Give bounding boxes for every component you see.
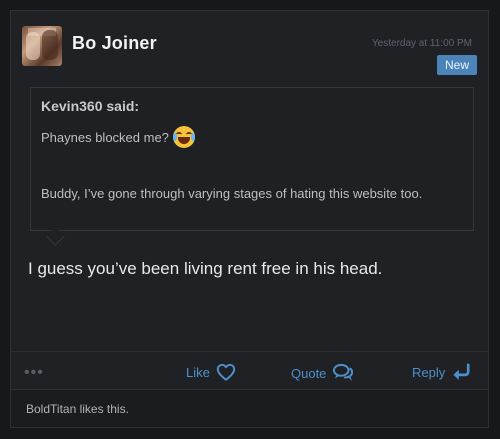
new-badge: New xyxy=(436,55,477,75)
quote-block: Kevin360 said: Phaynes blocked me? Buddy… xyxy=(30,87,474,231)
avatar-detail xyxy=(42,30,58,60)
post-message: I guess you’ve been living rent free in … xyxy=(28,259,383,278)
post-timestamp[interactable]: Yesterday at 11:00 PM xyxy=(372,38,472,49)
tears-of-joy-emoji-icon xyxy=(172,126,195,148)
quote-line: Phaynes blocked me? xyxy=(41,126,465,148)
quote-text-2: Buddy, I’ve gone through varying stages … xyxy=(41,186,423,201)
user-avatar[interactable] xyxy=(22,26,62,66)
reply-arrow-icon xyxy=(453,363,470,380)
quote-text-1: Phaynes blocked me? xyxy=(41,130,169,145)
likes-summary[interactable]: BoldTitan likes this. xyxy=(26,402,129,416)
avatar-detail xyxy=(26,32,40,60)
username[interactable]: Bo Joiner xyxy=(72,33,157,54)
like-label: Like xyxy=(186,364,210,380)
heart-outline-icon xyxy=(216,363,236,381)
like-button[interactable]: Like xyxy=(186,363,236,381)
quote-button[interactable]: Quote xyxy=(291,363,354,383)
post-card: Bo Joiner Yesterday at 11:00 PM New Kevi… xyxy=(10,10,489,428)
reply-label: Reply xyxy=(412,364,446,380)
post-header: Bo Joiner Yesterday at 11:00 PM New xyxy=(11,11,488,83)
quote-author[interactable]: Kevin360 said: xyxy=(41,98,139,114)
post-actions: ••• Like Quote Reply xyxy=(11,351,488,390)
more-options-icon[interactable]: ••• xyxy=(24,365,44,381)
speech-bubbles-icon xyxy=(333,363,354,382)
reply-button[interactable]: Reply xyxy=(412,363,471,381)
quote-label: Quote xyxy=(291,365,327,381)
likes-bar: BoldTitan likes this. xyxy=(11,389,488,427)
